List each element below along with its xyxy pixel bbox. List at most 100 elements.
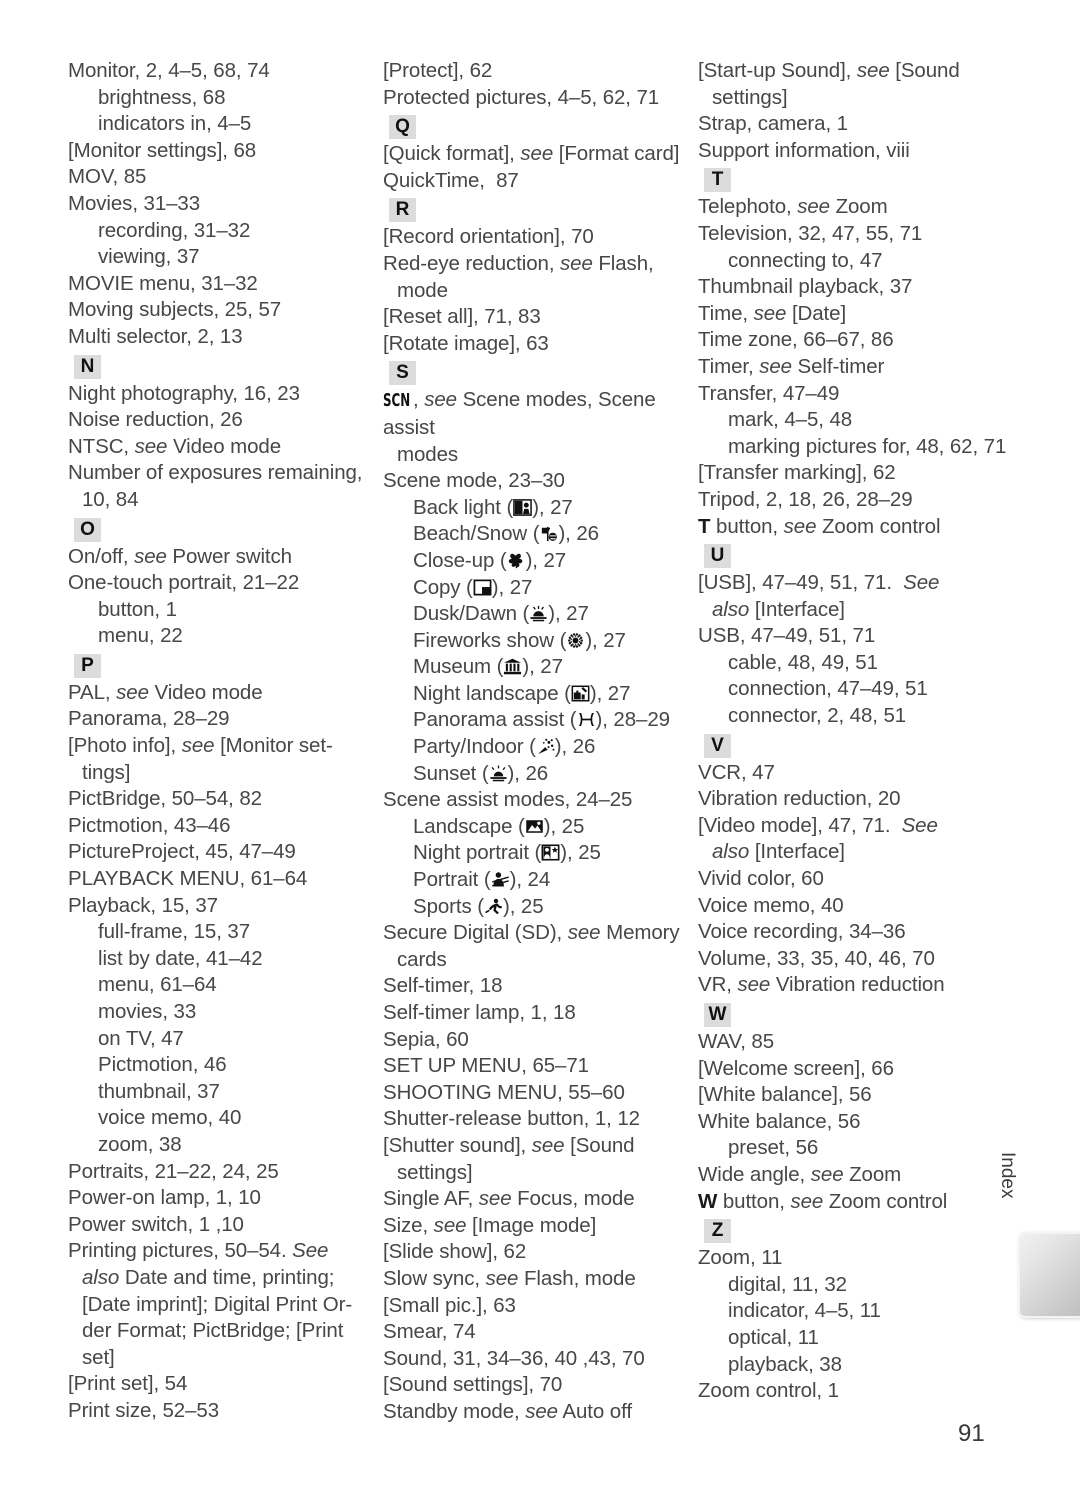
- index-entry: SET UP MENU, 65–71: [383, 1054, 589, 1078]
- index-letter-badge: Z: [704, 1219, 731, 1244]
- entry-text: Power switch: [166, 544, 292, 568]
- index-entry: [Protect], 62: [383, 59, 493, 82]
- index-entry: Protected pictures, 4–5, 62, 71: [383, 85, 660, 109]
- index-entry: PAL, see Video mode: [68, 680, 375, 707]
- entry-text: NTSC,: [68, 434, 135, 458]
- index-entry: Power switch, 1 ,10: [68, 1212, 244, 1236]
- index-entry: Telephoto, see Zoom: [698, 194, 1012, 221]
- index-entry: Playback, 15, 37: [68, 893, 218, 917]
- index-letter-heading-w: W: [698, 1002, 1012, 1028]
- portrait-icon: [491, 870, 510, 889]
- index-entry: Pictmotion, 43–46: [68, 813, 231, 837]
- entry-text: Zoom: [843, 1162, 902, 1186]
- index-entry: [Date imprint]; Digital Print Or-: [82, 1292, 353, 1316]
- entry-text: Flash, mode: [518, 1266, 636, 1290]
- index-entry: modes: [397, 442, 459, 466]
- index-entry: viewing, 37: [98, 245, 200, 269]
- index-entry: [Reset all], 71, 83: [383, 305, 541, 329]
- index-entry: MOVIE menu, 31–32: [68, 271, 258, 295]
- index-entry: [Rotate image], 63: [383, 331, 549, 355]
- entry-text: Red-eye reduction,: [383, 251, 561, 275]
- entry-text: Sunset (: [413, 761, 489, 785]
- index-column-1: Monitor, 2, 4–5, 68, 74 brightness, 68 ind…: [68, 58, 383, 1426]
- close-up-icon: [507, 551, 526, 570]
- cross-reference-see: also: [82, 1265, 120, 1289]
- entry-text: ), 27: [525, 548, 567, 572]
- cross-reference-see: see: [134, 434, 168, 458]
- party-indoor-icon: [536, 737, 555, 756]
- entry-text: ), 27: [548, 602, 589, 626]
- index-letter-badge: T: [704, 168, 731, 193]
- night-portrait-icon: [541, 843, 560, 862]
- entry-text: Video mode: [148, 680, 263, 704]
- index-entry: PictureProject, 45, 47–49: [68, 840, 296, 864]
- entry-text: Zoom control: [816, 514, 941, 538]
- index-entry: [Record orientation], 70: [383, 225, 594, 249]
- entry-text: Standby mode,: [383, 1399, 526, 1423]
- index-entry: Sepia, 60: [383, 1027, 469, 1051]
- entry-text: Self-timer: [791, 354, 885, 378]
- cross-reference-see: See: [901, 813, 938, 837]
- index-entry: Number of exposures remaining,: [68, 461, 363, 485]
- index-entry: SCN, see Scene modes, Scene assist: [383, 387, 690, 441]
- index-entry: cards: [397, 947, 447, 971]
- cross-reference-see: see: [560, 251, 593, 275]
- entry-text: Panorama assist (: [413, 708, 577, 732]
- side-index-label: Index: [997, 1152, 1018, 1199]
- index-entry: One-touch portrait, 21–22: [68, 571, 300, 595]
- cross-reference-see: see: [856, 59, 890, 82]
- copy-icon: [473, 578, 492, 597]
- index-entry: Thumbnail playback, 37: [698, 275, 913, 299]
- index-entry: Zoom control, 1: [698, 1379, 839, 1403]
- index-entry: list by date, 41–42: [98, 946, 263, 970]
- index-letter-badge: P: [74, 653, 101, 678]
- entry-text: Date and time, printing;: [119, 1265, 335, 1289]
- index-entry: Red-eye reduction, see Flash,: [383, 251, 690, 278]
- index-entry: Time zone, 66–67, 86: [698, 328, 894, 352]
- entry-text: ), 27: [585, 628, 626, 652]
- index-entry: Moving subjects, 25, 57: [68, 298, 282, 322]
- index-entry: [Monitor settings], 68: [68, 138, 257, 162]
- index-entry: Portrait (), 24: [383, 867, 690, 894]
- cross-reference-see: see: [134, 544, 167, 568]
- entry-text: Timer,: [698, 354, 760, 378]
- entry-text: Zoom control: [823, 1189, 948, 1213]
- entry-text: Secure Digital (SD),: [383, 921, 568, 945]
- entry-text: [Video mode], 47, 71.: [698, 813, 902, 837]
- backlight-icon: [513, 498, 533, 517]
- index-entry: QuickTime, 87: [383, 168, 519, 192]
- index-entry: menu, 22: [98, 624, 183, 648]
- cross-reference-see: see: [737, 973, 771, 997]
- index-letter-badge: U: [704, 544, 731, 569]
- entry-text: ), 28–29: [595, 708, 671, 732]
- index-entry: Secure Digital (SD), see Memory: [383, 920, 690, 947]
- button-letter: W: [698, 1189, 718, 1213]
- entry-text: Sports (: [413, 894, 484, 918]
- index-entry: Size, see [Image mode]: [383, 1213, 690, 1240]
- index-entry: Portraits, 21–22, 24, 25: [68, 1159, 279, 1183]
- index-entry: Self-timer lamp, 1, 18: [383, 1001, 576, 1024]
- index-entry: also Date and time, printing;: [68, 1265, 375, 1292]
- index-entry: Zoom, 11: [698, 1246, 783, 1270]
- index-entry: also [Interface]: [698, 839, 1012, 866]
- index-entry: mark, 4–5, 48: [728, 408, 853, 432]
- entry-text: [Sound: [564, 1133, 635, 1157]
- index-entry: Single AF, see Focus, mode: [383, 1186, 690, 1213]
- index-entry: full-frame, 15, 37: [98, 920, 251, 944]
- index-letter-heading-p: P: [68, 653, 375, 679]
- index-entry: Noise reduction, 26: [68, 408, 243, 432]
- index-entry: Scene mode, 23–30: [383, 469, 565, 493]
- index-entry: Fireworks show (), 27: [383, 628, 690, 655]
- cross-reference-see: see: [810, 1162, 844, 1186]
- index-entry: Museum (), 27: [383, 654, 690, 681]
- entry-text: [Monitor set-: [214, 734, 333, 758]
- entry-text: Museum (: [413, 655, 504, 679]
- index-entry: Dusk/Dawn (), 27: [383, 601, 690, 628]
- index-letter-badge: V: [704, 733, 731, 758]
- cross-reference-see: see: [433, 1213, 467, 1237]
- entry-text: [Interface]: [749, 840, 845, 864]
- index-column-3: [Start-up Sound], see [Sound settings] Str…: [698, 58, 1020, 1426]
- index-entry: [White balance], 56: [698, 1083, 872, 1107]
- index-entry: PLAYBACK MENU, 61–64: [68, 867, 308, 891]
- index-entry: movies, 33: [98, 1000, 197, 1023]
